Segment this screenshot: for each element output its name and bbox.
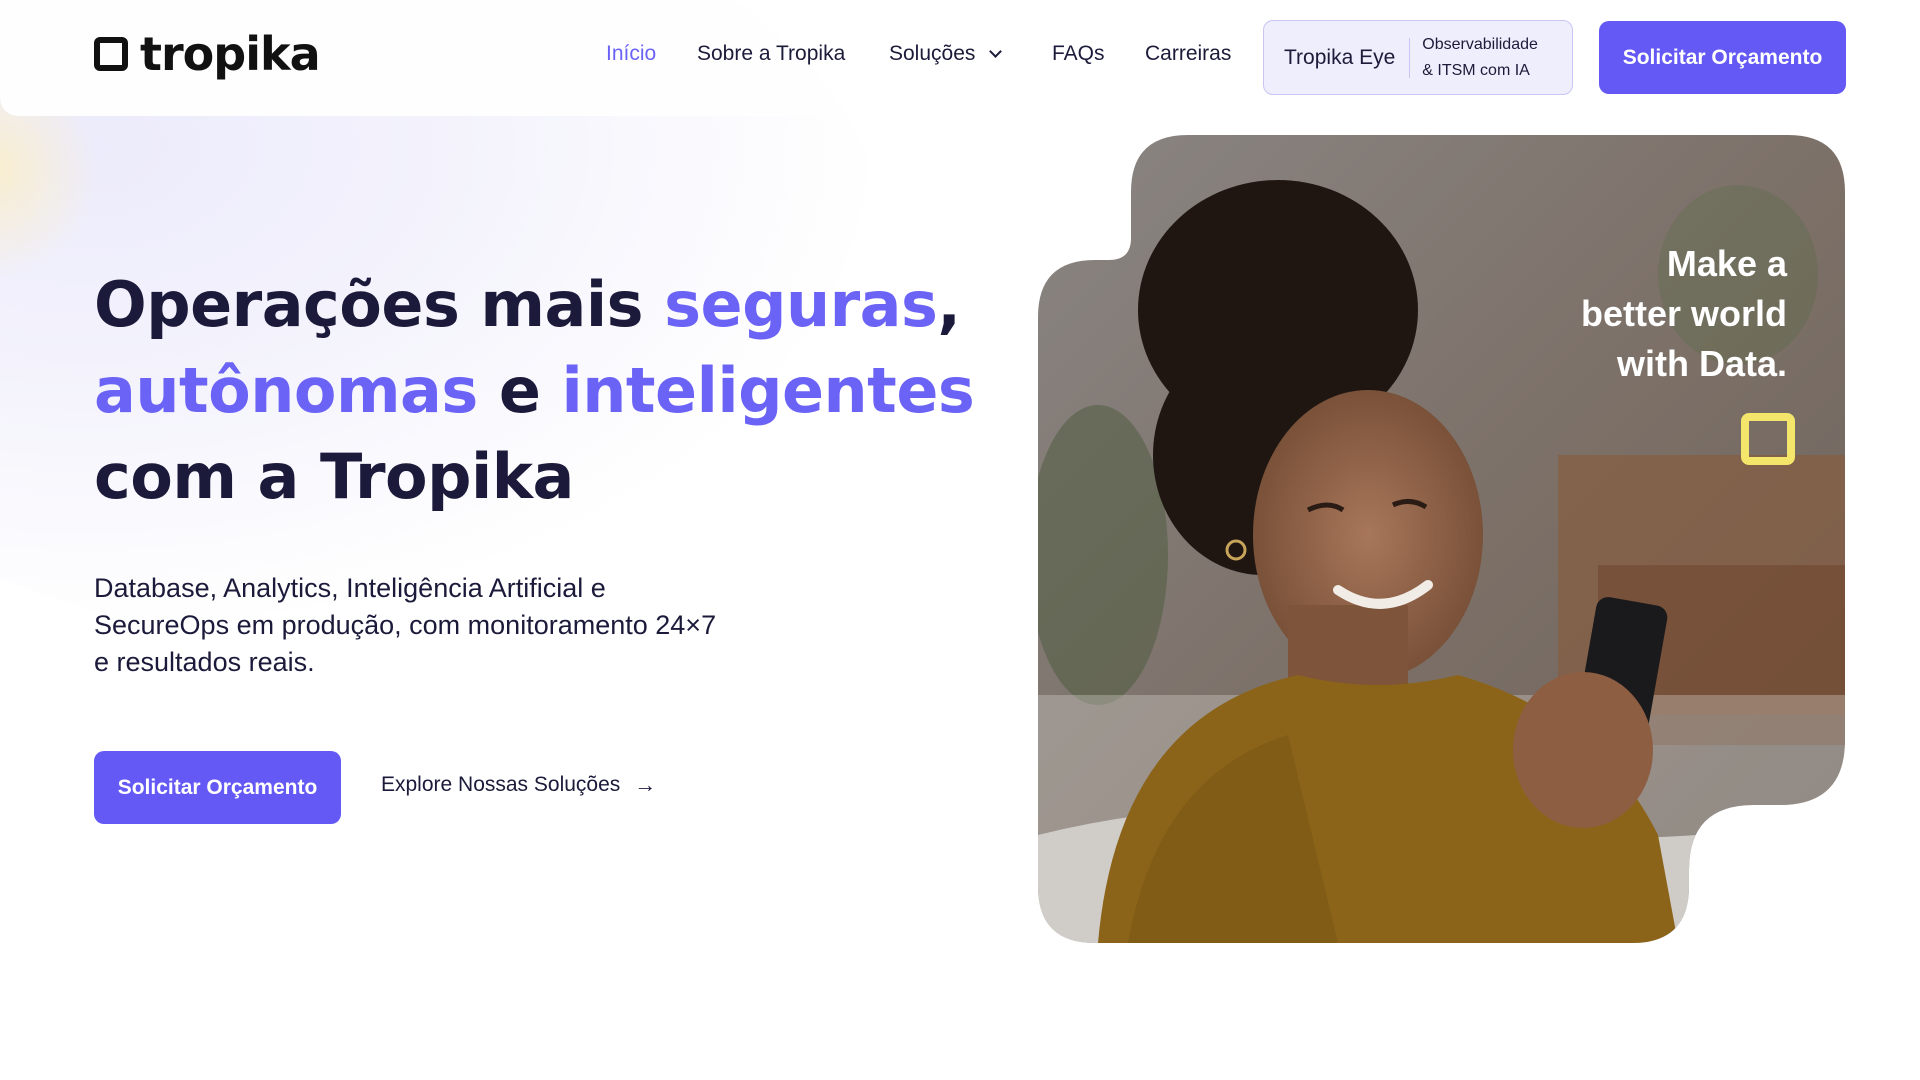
hero-image-card: Make a better world with Data. (1038, 135, 1845, 943)
image-tagline: Make a better world with Data. (1581, 239, 1787, 389)
tropika-eye-name: Tropika Eye (1264, 37, 1411, 78)
hero-cta-button[interactable]: Solicitar Orçamento (94, 751, 341, 824)
headline-comma: , (937, 268, 961, 341)
chevron-down-icon (989, 45, 1003, 58)
explore-solutions-label: Explore Nossas Soluções (381, 773, 621, 796)
nav-item-sobre[interactable]: Sobre a Tropika (697, 42, 845, 66)
square-outline-icon (94, 37, 128, 71)
square-outline-icon (1741, 413, 1795, 465)
tagline-line3: with Data. (1616, 343, 1787, 384)
tropika-eye-desc-line2: & ITSM com IA (1422, 61, 1530, 79)
nav-item-carreiras[interactable]: Carreiras (1145, 42, 1231, 66)
tropika-eye-description: Observabilidade & ITSM com IA (1410, 32, 1538, 84)
site-header: tropika Início Sobre a Tropika Soluções … (0, 0, 1920, 116)
partner-logos-strip (0, 1070, 1920, 1080)
headline-part3: e (477, 354, 562, 427)
nav-item-solucoes[interactable]: Soluções (889, 42, 1003, 66)
brand-logo[interactable]: tropika (94, 27, 321, 81)
headline-highlight-seguras: seguras (664, 268, 938, 341)
brand-name: tropika (140, 27, 321, 81)
header-cta-button[interactable]: Solicitar Orçamento (1599, 21, 1846, 94)
headline-highlight-inteligentes: inteligentes (561, 354, 975, 427)
tagline-line1: Make a (1666, 243, 1787, 284)
arrow-right-icon: → (634, 772, 657, 797)
tropika-eye-desc-line1: Observabilidade (1422, 35, 1538, 53)
tropika-eye-link[interactable]: Tropika Eye Observabilidade & ITSM com I… (1263, 20, 1573, 95)
tagline-line2: better world (1580, 293, 1787, 334)
hero-subtitle: Database, Analytics, Inteligência Artifi… (94, 573, 717, 677)
nav-item-faqs[interactable]: FAQs (1052, 42, 1105, 66)
nav-item-inicio[interactable]: Início (606, 42, 656, 66)
headline-part1: Operações mais (94, 268, 665, 341)
headline-highlight-autonomas: autônomas (94, 354, 478, 427)
nav-item-solucoes-label: Soluções (889, 42, 976, 65)
explore-solutions-link[interactable]: Explore Nossas Soluções → (381, 772, 656, 798)
hero-headline: Operações mais seguras, autônomas e inte… (94, 262, 975, 520)
page: tropika Início Sobre a Tropika Soluções … (0, 0, 1920, 1080)
headline-line3: com a Tropika (94, 440, 574, 513)
